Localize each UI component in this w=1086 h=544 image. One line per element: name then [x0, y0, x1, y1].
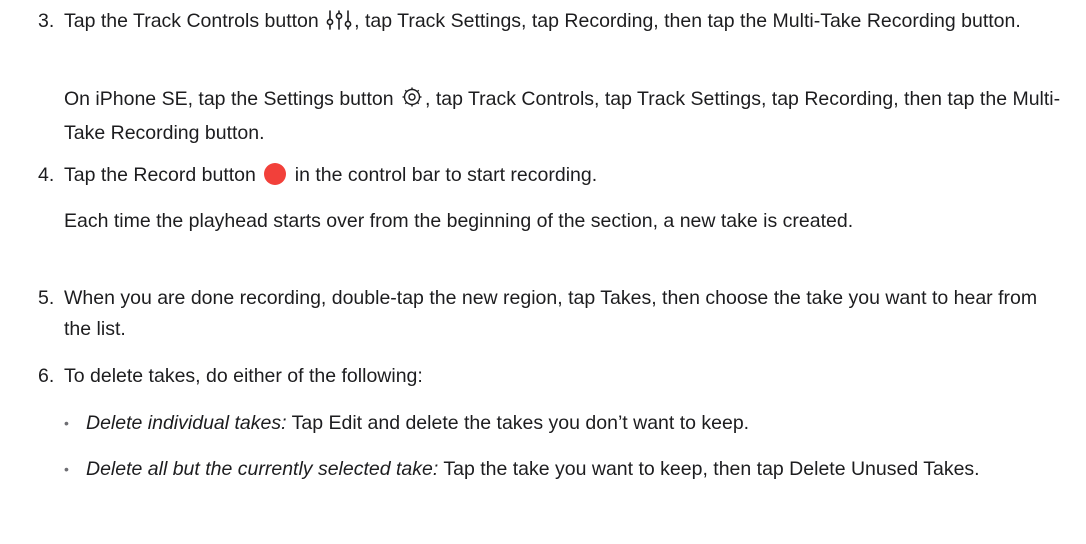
settings-gear-icon	[401, 86, 423, 118]
step-text: Tap the Record button in the control bar…	[64, 163, 598, 186]
step-number: 6.	[38, 365, 55, 387]
bullet-desc: Tap the take you want to keep, then tap …	[443, 458, 980, 480]
step-3-note: On iPhone SE, tap the Settings button , …	[64, 86, 1061, 144]
step-3: 3. Tap the Track Controls button , tap T…	[38, 6, 1068, 76]
step-number: 4.	[38, 164, 55, 186]
bullet-term: Delete individual takes:	[86, 412, 287, 434]
bullet-item: • Delete all but the currently selected …	[64, 454, 1064, 524]
step-number: 3.	[38, 10, 55, 32]
record-icon	[264, 163, 287, 185]
step-number: 5.	[38, 287, 55, 309]
track-controls-icon	[326, 9, 352, 40]
step-5: 5. When you are done recording, double-t…	[38, 283, 1068, 353]
step-text: When you are done recording, double-tap …	[64, 287, 1038, 340]
bullet-marker: •	[64, 461, 69, 477]
step-6: 6. To delete takes, do either of the fol…	[38, 361, 1068, 397]
bullet-desc: Tap Edit and delete the takes you don’t …	[291, 412, 750, 434]
bullet-marker: •	[64, 415, 69, 431]
bullet-item: • Delete individual takes: Tap Edit and …	[64, 408, 1064, 444]
step-text: Tap the Track Controls button , tap Trac…	[64, 6, 1068, 40]
step-4: 4. Tap the Record button in the control …	[38, 160, 1068, 196]
bullet-term: Delete all but the currently selected ta…	[86, 458, 439, 480]
step-text: To delete takes, do either of the follow…	[64, 365, 423, 387]
step-4-note: Each time the playhead starts over from …	[64, 210, 854, 232]
